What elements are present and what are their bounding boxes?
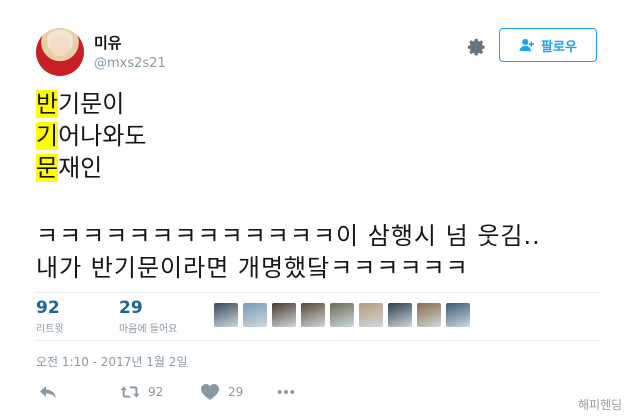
retweet-label: 리트윗 [36,324,64,335]
liker-avatar[interactable] [417,303,441,327]
acrostic-initial: 문 [36,154,59,182]
retweet-count: 92 [36,298,60,318]
tweet-header: 미유 @mxs2s21 팔로우 [36,26,601,78]
like-stat[interactable]: 29 마음에 들어요 [119,298,177,335]
liker-avatar[interactable] [330,303,354,327]
user-avatar[interactable] [36,28,84,76]
heart-icon [201,384,219,400]
tweet-comment-line-1: ㅋㅋㅋㅋㅋㅋㅋㅋㅋㅋㅋㅋㅋ이 삼행시 넘 웃김.. [36,222,541,250]
acrostic-rest: 재인 [58,154,103,182]
follow-button-label: 팔로우 [541,39,577,55]
gear-icon[interactable] [466,36,488,58]
acrostic-line-3: 문재인 [36,152,541,184]
acrostic-initial: 기 [36,122,59,150]
avatar-face [50,36,70,56]
acrostic-initial: 반 [36,90,59,118]
liker-avatar[interactable] [359,303,383,327]
liker-avatar[interactable] [243,303,267,327]
retweet-action-count: 92 [148,385,164,399]
divider [36,292,599,293]
reply-icon [40,386,56,398]
liker-avatar[interactable] [272,303,296,327]
like-label: 마음에 들어요 [119,324,178,335]
tweet-actions: 92 29 [36,383,596,407]
tweet-comment-line-2: 내가 반기문이라면 개명했닼ㅋㅋㅋㅋㅋㅋ [36,254,469,282]
like-button[interactable]: 29 [200,383,243,401]
acrostic-rest: 기문이 [58,90,125,118]
liker-avatar[interactable] [214,303,238,327]
liker-avatars [214,303,470,327]
user-handle[interactable]: @mxs2s21 [94,56,166,71]
divider [36,340,599,341]
more-options-button[interactable] [276,383,296,401]
liker-avatar[interactable] [388,303,412,327]
acrostic-line-2: 기어나와도 [36,120,541,152]
add-user-icon [519,38,535,52]
reply-button[interactable] [38,383,58,401]
tweet-timestamp[interactable]: 오전 1:10 - 2017년 1월 2일 [36,353,187,370]
watermark: 해피헨딩 [578,398,623,412]
follow-button[interactable]: 팔로우 [499,28,597,62]
like-count: 29 [119,298,143,318]
tweet-text: 반기문이 기어나와도 문재인 ㅋㅋㅋㅋㅋㅋㅋㅋㅋㅋㅋㅋㅋ이 삼행시 넘 웃김..… [36,88,541,284]
liker-avatar[interactable] [301,303,325,327]
acrostic-rest: 어나와도 [58,122,147,150]
liker-avatar[interactable] [446,303,470,327]
like-action-count: 29 [228,385,244,399]
retweet-stat[interactable]: 92 리트윗 [36,298,64,335]
retweet-button[interactable]: 92 [120,383,163,401]
more-icon [277,390,295,394]
retweet-icon [120,386,140,398]
user-display-name[interactable]: 미유 [94,32,122,53]
acrostic-line-1: 반기문이 [36,88,541,120]
